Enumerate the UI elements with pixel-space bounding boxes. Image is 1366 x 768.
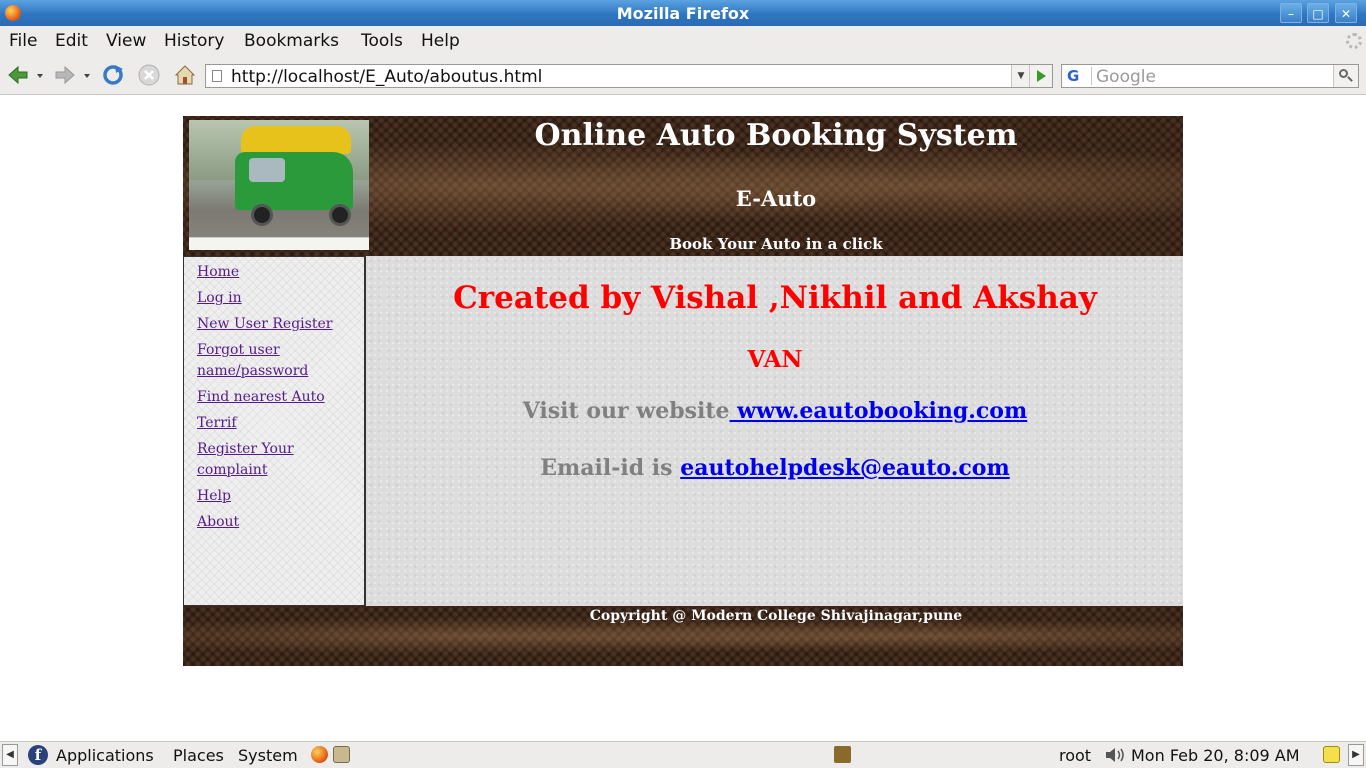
team-name: VAN — [747, 346, 803, 373]
menu-file[interactable]: File — [9, 31, 37, 51]
window-title: Mozilla Firefox — [616, 4, 750, 23]
desktop-panel: ◀ f Applications Places System root Mon … — [0, 741, 1366, 768]
site-tagline: Book Your Auto in a click — [669, 235, 883, 253]
menu-bookmarks[interactable]: Bookmarks — [244, 31, 339, 51]
activity-throbber-icon — [1346, 33, 1362, 49]
email-label: Email-id is — [540, 455, 681, 481]
url-history-dropdown-icon[interactable]: ▼ — [1011, 65, 1030, 87]
nav-links: Home Log in New User Register Forgot use… — [197, 262, 347, 538]
email-line: Email-id is eautohelpdesk@eauto.com — [366, 455, 1184, 481]
close-button[interactable]: ✕ — [1335, 3, 1357, 23]
site-subtitle: E-Auto — [735, 186, 817, 211]
menu-edit[interactable]: Edit — [55, 31, 88, 51]
nav-link-find-auto[interactable]: Find nearest Auto — [197, 387, 347, 408]
site-header: Online Auto Booking System E-Auto Book Y… — [183, 116, 1183, 256]
notes-icon[interactable] — [1323, 746, 1340, 763]
minimize-button[interactable]: – — [1280, 3, 1302, 23]
url-text[interactable]: http://localhost/E_Auto/aboutus.html — [231, 67, 542, 87]
nav-link-about[interactable]: About — [197, 512, 347, 533]
panel-scroll-left-icon[interactable]: ◀ — [2, 744, 18, 766]
home-icon[interactable] — [173, 63, 197, 87]
sidebar-nav: Home Log in New User Register Forgot use… — [183, 256, 365, 606]
website-link[interactable]: www.eautobooking.com — [730, 398, 1027, 424]
search-box[interactable]: G Google — [1061, 64, 1359, 88]
menu-help[interactable]: Help — [421, 31, 460, 51]
menu-view[interactable]: View — [106, 31, 146, 51]
copyright-text: Copyright @ Modern College Shivajinagar,… — [589, 608, 963, 624]
mail-launcher-icon[interactable] — [333, 746, 350, 763]
site-container: Online Auto Booking System E-Auto Book Y… — [183, 116, 1183, 666]
nav-link-register[interactable]: New User Register — [197, 314, 347, 335]
forward-history-dropdown-icon[interactable] — [81, 63, 93, 87]
browser-viewport: Online Auto Booking System E-Auto Book Y… — [0, 95, 1366, 741]
website-line: Visit our website www.eautobooking.com — [366, 398, 1184, 424]
search-magnifier-icon[interactable] — [1333, 65, 1358, 87]
nav-link-home[interactable]: Home — [197, 262, 347, 283]
back-button[interactable] — [6, 63, 30, 87]
search-engine-google-icon[interactable]: G — [1064, 67, 1092, 85]
update-notifier-icon[interactable] — [834, 746, 851, 763]
panel-scroll-right-icon[interactable]: ▶ — [1348, 744, 1364, 766]
firefox-launcher-icon[interactable] — [311, 746, 328, 763]
nav-link-forgot-password[interactable]: Forgot user name/password — [197, 340, 347, 382]
menu-tools[interactable]: Tools — [361, 31, 403, 51]
website-label: Visit our website — [522, 398, 730, 424]
clock[interactable]: Mon Feb 20, 8:09 AM — [1131, 746, 1300, 765]
panel-username: root — [1059, 746, 1092, 765]
nav-link-login[interactable]: Log in — [197, 288, 347, 309]
applications-menu[interactable]: Applications — [56, 746, 154, 765]
places-menu[interactable]: Places — [173, 746, 224, 765]
navigation-toolbar: http://localhost/E_Auto/aboutus.html ▼ G… — [0, 56, 1366, 95]
forward-button[interactable] — [53, 63, 77, 87]
nav-link-help[interactable]: Help — [197, 486, 347, 507]
site-footer: Copyright @ Modern College Shivajinagar,… — [183, 606, 1183, 666]
page-icon — [212, 70, 222, 82]
fedora-logo-icon: f — [28, 745, 48, 765]
auto-rickshaw-image — [189, 120, 369, 250]
address-bar[interactable]: http://localhost/E_Auto/aboutus.html ▼ — [205, 64, 1053, 88]
reload-icon[interactable] — [101, 63, 125, 87]
created-by-heading: Created by Vishal ,Nikhil and Akshay — [453, 280, 1097, 316]
site-title: Online Auto Booking System — [534, 118, 1018, 153]
main-content: Created by Vishal ,Nikhil and Akshay VAN… — [365, 256, 1183, 606]
go-button[interactable] — [1029, 65, 1052, 87]
menu-history[interactable]: History — [164, 31, 224, 51]
menu-bar: File Edit View History Bookmarks Tools H… — [0, 26, 1366, 56]
volume-icon[interactable] — [1104, 746, 1126, 764]
stop-icon[interactable] — [137, 63, 161, 87]
maximize-button[interactable]: □ — [1307, 3, 1329, 23]
back-history-dropdown-icon[interactable] — [34, 63, 46, 87]
system-menu[interactable]: System — [238, 746, 298, 765]
email-link[interactable]: eautohelpdesk@eauto.com — [680, 455, 1010, 481]
nav-link-complaint[interactable]: Register Your complaint — [197, 439, 347, 481]
search-input[interactable]: Google — [1096, 67, 1156, 87]
window-titlebar: Mozilla Firefox – □ ✕ — [0, 0, 1366, 26]
nav-link-tariff[interactable]: Terrif — [197, 413, 347, 434]
